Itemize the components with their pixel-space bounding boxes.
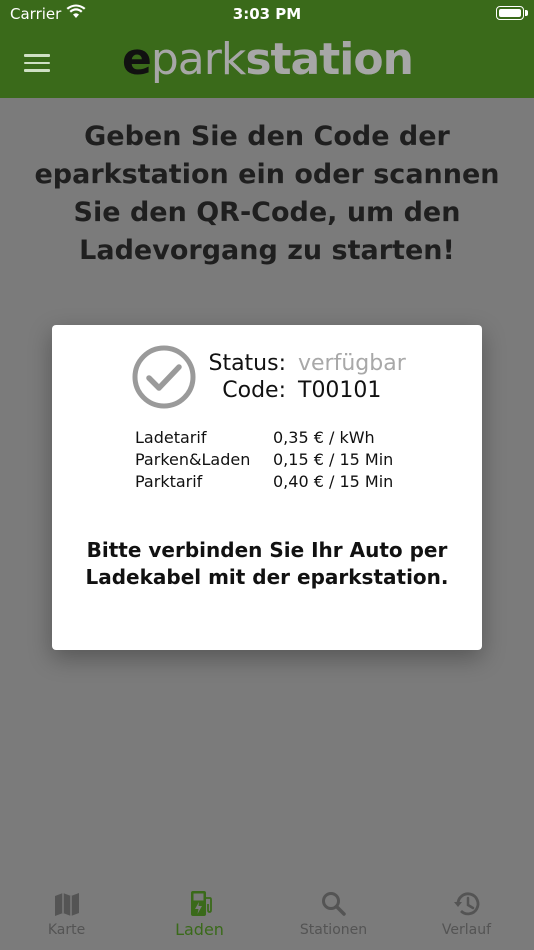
tariff-price: 0,15 € / 15 Min [273, 450, 394, 469]
tariff-name: Parken&Laden [135, 450, 251, 469]
tariff-row: Parken&Laden 0,15 € / 15 Min [135, 450, 455, 472]
tariff-price: 0,35 € / kWh [273, 428, 375, 447]
tariff-table: Ladetarif 0,35 € / kWh Parken&Laden 0,15… [135, 428, 455, 494]
tab-karte[interactable]: Karte [0, 870, 133, 950]
tab-label: Laden [175, 920, 224, 939]
status-bar: Carrier 3:03 PM [0, 0, 534, 28]
history-icon [453, 892, 479, 916]
app-header: Carrier 3:03 PM eparkstation [0, 0, 534, 98]
charging-icon [190, 891, 212, 916]
tariff-price: 0,40 € / 15 Min [273, 472, 394, 491]
tab-label: Verlauf [441, 922, 492, 938]
tariff-name: Ladetarif [135, 428, 207, 447]
tariff-row: Parktarif 0,40 € / 15 Min [135, 472, 455, 494]
instruction-headline: Geben Sie den Code der eparkstation ein … [34, 121, 500, 266]
tab-verlauf[interactable]: Verlauf [400, 870, 533, 950]
hamburger-menu-icon[interactable] [24, 54, 50, 72]
tariff-name: Parktarif [135, 472, 203, 491]
tab-label: Karte [47, 922, 86, 938]
tab-label: Stationen [299, 922, 368, 938]
status-value: verfügbar [298, 351, 406, 376]
battery-icon [496, 6, 528, 20]
connect-cable-message: Bitte verbinden Sie Ihr Auto per Ladekab… [85, 538, 449, 589]
map-icon [54, 893, 79, 916]
eparkstation-logo: eparkstation [122, 34, 414, 85]
checkmark-circle-icon [132, 345, 196, 409]
code-label: Code: [222, 378, 286, 403]
clock: 3:03 PM [232, 5, 302, 23]
tab-bar: Karte Laden Stationen Verlauf [0, 870, 534, 950]
tab-laden[interactable]: Laden [133, 870, 266, 950]
search-icon [321, 892, 346, 916]
code-value: T00101 [298, 378, 382, 403]
status-label: Status: [208, 351, 286, 376]
station-info-dialog: Status: verfügbar Code: T00101 Ladetarif… [52, 325, 482, 650]
tab-stationen[interactable]: Stationen [267, 870, 400, 950]
tariff-row: Ladetarif 0,35 € / kWh [135, 428, 455, 450]
